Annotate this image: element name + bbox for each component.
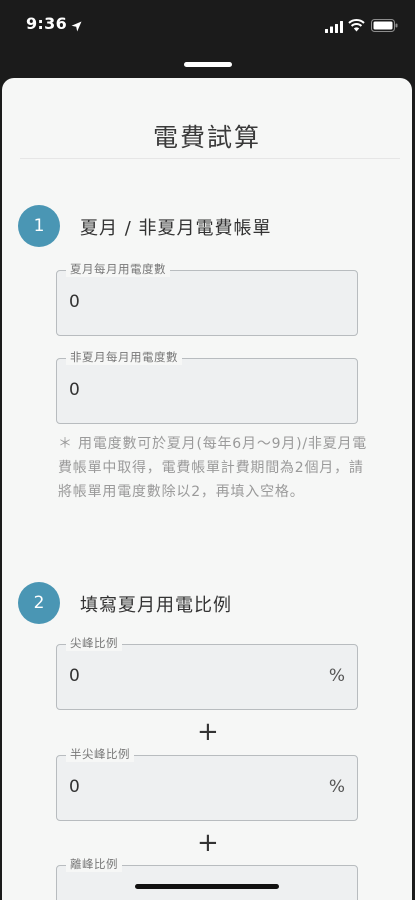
summer-usage-field[interactable]: 夏月每月用電度數 0 [56,262,358,336]
offpeak-ratio-label: 離峰比例 [66,857,122,872]
step-badge-2: 2 [18,582,60,624]
peak-ratio-value[interactable]: 0 [69,666,80,686]
offpeak-ratio-field[interactable]: 離峰比例 [56,857,358,900]
peak-ratio-label: 尖峰比例 [66,636,122,651]
wifi-icon [348,17,365,36]
calculator-sheet: 電費試算 1 夏月 / 非夏月電費帳單 夏月每月用電度數 0 非夏月每月用電度數… [2,78,412,900]
location-arrow-icon [71,17,82,36]
step-badge-1: 1 [18,205,60,247]
battery-icon [371,17,398,36]
status-bar: 9:36 [0,0,415,48]
sheet-grabber[interactable] [184,62,232,67]
nonsummer-usage-label: 非夏月每月用電度數 [66,350,182,365]
semipeak-ratio-value[interactable]: 0 [69,777,80,797]
plus-sign: + [197,717,219,747]
section-title-bills: 夏月 / 非夏月電費帳單 [80,218,272,239]
semipeak-ratio-field[interactable]: 半尖峰比例 0 % [56,747,358,821]
plus-sign: + [197,828,219,858]
nonsummer-usage-field[interactable]: 非夏月每月用電度數 0 [56,350,358,424]
home-indicator[interactable] [135,884,279,889]
peak-ratio-field[interactable]: 尖峰比例 0 % [56,636,358,710]
title-divider [20,158,400,159]
signal-icon [325,18,343,37]
summer-usage-value[interactable]: 0 [69,292,80,312]
status-time: 9:36 [26,14,67,33]
usage-note: ＊ 用電度數可於夏月(每年6月～9月)/非夏月電費帳單中取得，電費帳單計費期間為… [58,436,368,500]
section-title-ratio: 填寫夏月用電比例 [80,595,232,616]
summer-usage-label: 夏月每月用電度數 [66,262,170,277]
page-title: 電費試算 [152,123,261,152]
nonsummer-usage-value[interactable]: 0 [69,380,80,400]
percent-unit: % [328,777,345,797]
percent-unit: % [328,666,345,686]
semipeak-ratio-label: 半尖峰比例 [66,747,134,762]
